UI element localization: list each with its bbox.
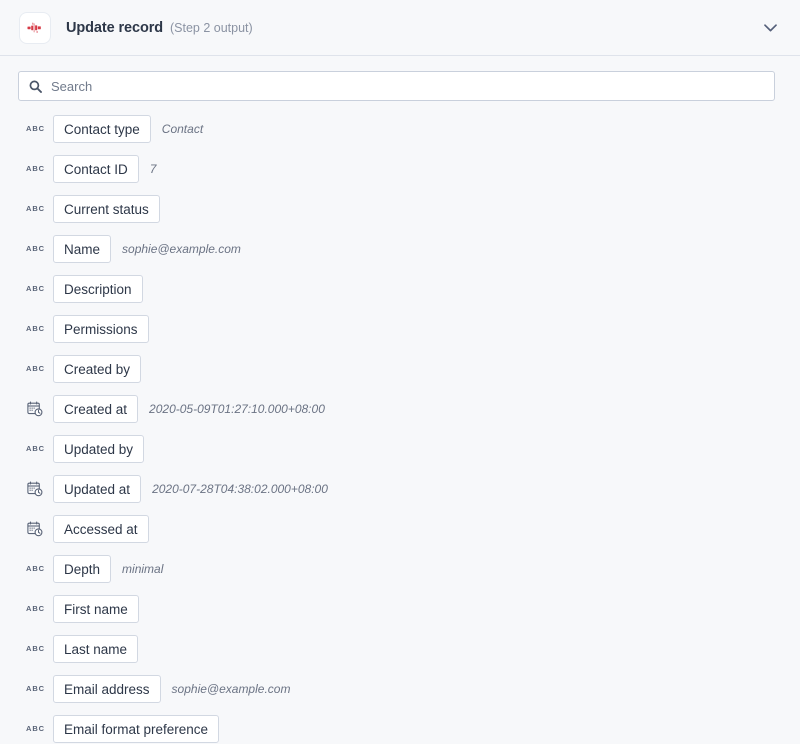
abc-icon: ABC	[25, 320, 45, 338]
abc-icon: ABC	[25, 360, 45, 378]
field-value: 2020-05-09T01:27:10.000+08:00	[149, 402, 325, 416]
app-logo-icon	[20, 13, 50, 43]
field-value: Contact	[162, 122, 203, 136]
search-section	[0, 56, 800, 101]
datetime-icon	[25, 480, 45, 498]
abc-icon: ABC	[25, 560, 45, 578]
datetime-icon	[25, 400, 45, 418]
field-label-chip[interactable]: Description	[53, 275, 143, 303]
field-label-chip[interactable]: Contact type	[53, 115, 151, 143]
field-label-chip[interactable]: Updated at	[53, 475, 141, 503]
field-label-chip[interactable]: Email address	[53, 675, 161, 703]
field-list: ABC Contact type Contact ABC Contact ID 7 ABC C…	[0, 101, 800, 744]
search-icon	[29, 80, 42, 93]
field-label-chip[interactable]: Depth	[53, 555, 111, 583]
abc-icon: ABC	[25, 600, 45, 618]
field-row[interactable]: ABC Depth minimal	[0, 549, 800, 589]
field-row[interactable]: Updated at 2020-07-28T04:38:02.000+08:00	[0, 469, 800, 509]
field-label-chip[interactable]: Accessed at	[53, 515, 149, 543]
field-value: sophie@example.com	[172, 682, 291, 696]
field-row[interactable]: ABC Contact ID 7	[0, 149, 800, 189]
step-output-label: (Step 2 output)	[170, 21, 253, 35]
field-row[interactable]: ABC Permissions	[0, 309, 800, 349]
field-row[interactable]: ABC First name	[0, 589, 800, 629]
search-input[interactable]	[51, 72, 764, 100]
page-title: Update record	[66, 20, 163, 36]
abc-icon: ABC	[25, 440, 45, 458]
field-row[interactable]: ABC Name sophie@example.com	[0, 229, 800, 269]
field-label-chip[interactable]: Permissions	[53, 315, 149, 343]
field-label-chip[interactable]: Current status	[53, 195, 160, 223]
field-label-chip[interactable]: First name	[53, 595, 139, 623]
field-row[interactable]: ABC Description	[0, 269, 800, 309]
abc-icon: ABC	[25, 160, 45, 178]
field-value: 2020-07-28T04:38:02.000+08:00	[152, 482, 328, 496]
field-value: minimal	[122, 562, 163, 576]
field-label-chip[interactable]: Updated by	[53, 435, 144, 463]
field-row[interactable]: ABC Updated by	[0, 429, 800, 469]
abc-icon: ABC	[25, 720, 45, 738]
field-row[interactable]: Accessed at	[0, 509, 800, 549]
field-label-chip[interactable]: Name	[53, 235, 111, 263]
abc-icon: ABC	[25, 640, 45, 658]
field-row[interactable]: ABC Created by	[0, 349, 800, 389]
field-label-chip[interactable]: Created at	[53, 395, 138, 423]
chevron-down-icon[interactable]	[758, 16, 782, 40]
abc-icon: ABC	[25, 680, 45, 698]
field-label-chip[interactable]: Last name	[53, 635, 138, 663]
field-row[interactable]: ABC Email address sophie@example.com	[0, 669, 800, 709]
field-value: 7	[150, 162, 157, 176]
field-label-chip[interactable]: Contact ID	[53, 155, 139, 183]
field-label-chip[interactable]: Created by	[53, 355, 141, 383]
field-row[interactable]: ABC Current status	[0, 189, 800, 229]
field-label-chip[interactable]: Email format preference	[53, 715, 219, 743]
abc-icon: ABC	[25, 240, 45, 258]
field-row[interactable]: Created at 2020-05-09T01:27:10.000+08:00	[0, 389, 800, 429]
field-value: sophie@example.com	[122, 242, 241, 256]
datetime-icon	[25, 520, 45, 538]
field-row[interactable]: ABC Last name	[0, 629, 800, 669]
field-row[interactable]: ABC Email format preference	[0, 709, 800, 744]
abc-icon: ABC	[25, 120, 45, 138]
panel-header: Update record (Step 2 output)	[0, 0, 800, 56]
abc-icon: ABC	[25, 280, 45, 298]
abc-icon: ABC	[25, 200, 45, 218]
field-row[interactable]: ABC Contact type Contact	[0, 109, 800, 149]
search-box[interactable]	[18, 71, 775, 101]
